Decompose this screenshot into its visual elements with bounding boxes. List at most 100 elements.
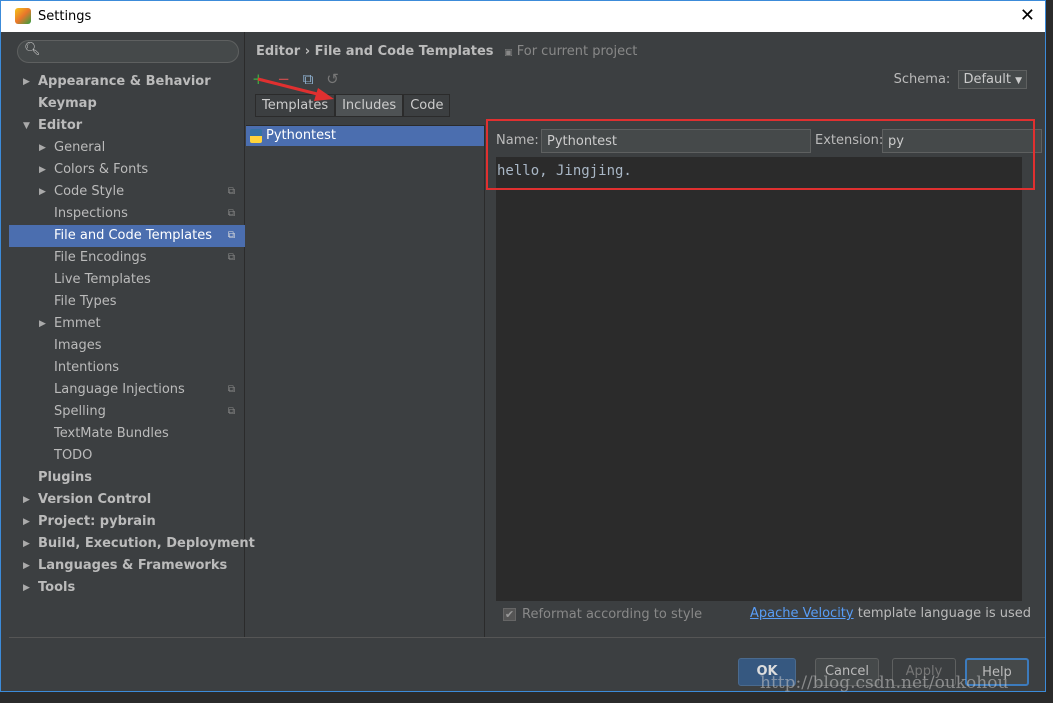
sidebar-item-label: Tools: [38, 580, 76, 595]
reformat-checkbox[interactable]: ✔: [503, 608, 516, 621]
sidebar-item-build-execution-deployment[interactable]: ▶ Build, Execution, Deployment: [9, 533, 255, 555]
sidebar-item-label: File Types: [54, 294, 117, 309]
sidebar-item-code-style[interactable]: ▶ Code Style ⧉: [9, 181, 245, 203]
sidebar-item-appearance-behavior[interactable]: ▶ Appearance & Behavior: [9, 71, 245, 93]
chevron-right-icon[interactable]: ▶: [23, 511, 30, 533]
sidebar-item-label: Code Style: [54, 184, 125, 199]
template-editor[interactable]: hello, Jingjing.: [496, 157, 1022, 601]
project-scope-icon: ⧉: [227, 208, 235, 219]
chevron-right-icon[interactable]: ▶: [23, 489, 30, 511]
sidebar-item-live-templates[interactable]: Live Templates: [9, 269, 245, 291]
ok-button[interactable]: OK: [738, 658, 796, 686]
sidebar-item-label: Colors & Fonts: [54, 162, 149, 177]
options-row: ✔ Reformat according to style Apache Vel…: [501, 606, 1031, 626]
toolbar: + − ⧉ ↺: [252, 70, 347, 88]
sidebar-item-label: Language Injections: [54, 382, 185, 397]
close-icon[interactable]: ✕: [1020, 5, 1035, 26]
schema-selector: Schema: Default ▼: [894, 70, 1027, 89]
sidebar-item-spelling[interactable]: Spelling ⧉: [9, 401, 245, 423]
chevron-right-icon[interactable]: ▶: [39, 159, 46, 181]
editor-content: hello, Jingjing.: [497, 163, 632, 179]
copy-icon[interactable]: ⧉: [303, 70, 314, 88]
sidebar-item-inspections[interactable]: Inspections ⧉: [9, 203, 245, 225]
sidebar-item-colors-fonts[interactable]: ▶ Colors & Fonts: [9, 159, 245, 181]
schema-value: Default: [963, 72, 1011, 87]
chevron-down-icon: ▼: [1015, 76, 1022, 86]
chevron-right-icon[interactable]: ▶: [23, 533, 30, 555]
sidebar-item-label: Keymap: [38, 96, 97, 111]
list-item-label: Pythontest: [266, 128, 337, 143]
sidebar-item-label: Languages & Frameworks: [38, 558, 228, 573]
sidebar-item-project-pybrain[interactable]: ▶ Project: pybrain: [9, 511, 245, 533]
breadcrumb-editor: Editor: [256, 44, 301, 59]
chevron-right-icon[interactable]: ▶: [23, 71, 30, 93]
sidebar-item-emmet[interactable]: ▶ Emmet: [9, 313, 245, 335]
sidebar-item-images[interactable]: Images: [9, 335, 245, 357]
apache-velocity-link[interactable]: Apache Velocity: [750, 606, 854, 621]
project-scope-icon: ⧉: [227, 186, 235, 197]
settings-window: Settings ✕ 🔍︎ ▶ Appearance & Behavior Keym…: [0, 0, 1046, 692]
project-scope-icon: ▣: [504, 48, 513, 58]
sidebar-item-language-injections[interactable]: Language Injections ⧉: [9, 379, 245, 401]
template-language-text: template language is used: [853, 606, 1031, 621]
sidebar-item-version-control[interactable]: ▶ Version Control: [9, 489, 245, 511]
chevron-right-icon[interactable]: ▶: [23, 577, 30, 599]
project-scope-icon: ⧉: [227, 384, 235, 395]
main-panel: Editor › File and Code Templates ▣ For c…: [246, 32, 1045, 637]
sidebar-item-textmate-bundles[interactable]: TextMate Bundles: [9, 423, 245, 445]
sidebar-item-file-and-code-templates[interactable]: File and Code Templates ⧉: [9, 225, 245, 247]
extension-field[interactable]: [882, 129, 1042, 153]
tab-code[interactable]: Code: [403, 94, 451, 117]
sidebar-item-languages-frameworks[interactable]: ▶ Languages & Frameworks: [9, 555, 245, 577]
sidebar-item-general[interactable]: ▶ General: [9, 137, 245, 159]
sidebar-item-label: Intentions: [54, 360, 120, 375]
add-icon[interactable]: +: [252, 70, 265, 88]
template-list: Pythontest: [246, 125, 485, 637]
sidebar-item-todo[interactable]: TODO: [9, 445, 245, 467]
sidebar-item-label: Build, Execution, Deployment: [38, 536, 255, 551]
search-input[interactable]: 🔍︎: [17, 40, 239, 63]
sidebar-item-label: File Encodings: [54, 250, 147, 265]
tab-templates[interactable]: Templates: [255, 94, 336, 117]
sidebar-item-file-types[interactable]: File Types: [9, 291, 245, 313]
name-label: Name:: [496, 133, 539, 148]
chevron-right-icon[interactable]: ▶: [39, 313, 46, 335]
list-item[interactable]: Pythontest: [246, 126, 484, 146]
sidebar-item-editor[interactable]: ▼ Editor: [9, 115, 245, 137]
sidebar-item-label: Editor: [38, 118, 83, 133]
sidebar-item-label: Emmet: [54, 316, 101, 331]
sidebar-item-label: Live Templates: [54, 272, 151, 287]
cancel-button[interactable]: Cancel: [815, 658, 879, 686]
sidebar-item-label: Version Control: [38, 492, 152, 507]
sidebar-item-label: General: [54, 140, 106, 155]
chevron-down-icon[interactable]: ▼: [23, 115, 30, 137]
remove-icon[interactable]: −: [277, 70, 290, 88]
editor-scrollbar[interactable]: [1022, 157, 1034, 601]
reset-icon[interactable]: ↺: [326, 70, 339, 88]
schema-dropdown[interactable]: Default ▼: [958, 70, 1027, 89]
help-button[interactable]: Help: [965, 658, 1029, 686]
chevron-right-icon[interactable]: ▶: [39, 137, 46, 159]
sidebar-item-file-encodings[interactable]: File Encodings ⧉: [9, 247, 245, 269]
template-tabs: Templates Includes Code: [255, 94, 451, 117]
search-icon: 🔍︎: [24, 42, 41, 57]
sidebar-item-label: File and Code Templates: [54, 228, 212, 243]
name-field[interactable]: [541, 129, 811, 153]
sidebar-item-label: Images: [54, 338, 102, 353]
sidebar-item-intentions[interactable]: Intentions: [9, 357, 245, 379]
schema-label: Schema:: [893, 72, 951, 87]
apply-button[interactable]: Apply: [892, 658, 956, 686]
tab-includes[interactable]: Includes: [335, 94, 404, 117]
sidebar-item-plugins[interactable]: Plugins: [9, 467, 245, 489]
breadcrumb-separator: ›: [304, 44, 311, 59]
sidebar-item-label: Plugins: [38, 470, 92, 485]
reformat-label: Reformat according to style: [522, 607, 703, 622]
scope-label: For current project: [516, 44, 638, 59]
sidebar-item-tools[interactable]: ▶ Tools: [9, 577, 245, 599]
sidebar-item-label: Appearance & Behavior: [38, 74, 211, 89]
sidebar-item-label: Spelling: [54, 404, 106, 419]
chevron-right-icon[interactable]: ▶: [23, 555, 30, 577]
chevron-right-icon[interactable]: ▶: [39, 181, 46, 203]
sidebar-item-keymap[interactable]: Keymap: [9, 93, 245, 115]
sidebar: 🔍︎ ▶ Appearance & Behavior Keymap ▼ Editor ▶ G…: [9, 32, 255, 637]
